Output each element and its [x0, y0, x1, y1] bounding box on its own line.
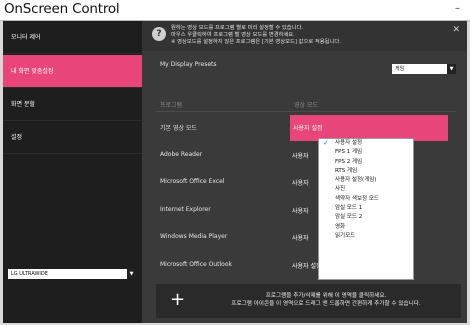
table-row-program[interactable]: Microsoft Office Excel — [160, 178, 225, 185]
info-line-2: 마우스 우클릭하여 프로그램 별 영상 모드를 변경하세요. — [171, 32, 295, 38]
sidebar-item-label: 화면 분할 — [11, 101, 35, 108]
question-icon: ? — [152, 27, 166, 41]
menu-item-mode[interactable]: FPS 1 게임 — [319, 148, 413, 157]
sidebar-item-label: 설정 — [11, 134, 23, 141]
table-row-program[interactable]: Internet Explorer — [160, 206, 211, 213]
table-row-mode[interactable]: 사용자 — [292, 178, 309, 187]
presets-select-value: 게임 — [395, 66, 405, 72]
menu-item-mode[interactable]: 사진 — [319, 185, 413, 194]
add-program-line-1: 프로그램을 추가/삭제를 위해 이 영역을 클릭하세요. — [265, 293, 387, 299]
minimize-button[interactable]: – — [455, 3, 460, 14]
sidebar-item-my-display[interactable]: 내 화면 맞춤설정 — [3, 55, 142, 88]
close-icon[interactable]: ✕ — [452, 25, 460, 35]
sidebar-item-screen-split[interactable]: 화면 분할 — [3, 88, 142, 121]
menu-item-label: RTS 게임 — [335, 167, 358, 174]
sidebar-item-settings[interactable]: 설정 — [3, 121, 142, 154]
info-line-3: ※ 영상모드를 설정하지 않은 프로그램은 [기본 영상모드] 값으로 적용됩니… — [171, 39, 341, 45]
menu-item-label: 사용자 설정(게임) — [335, 177, 377, 184]
table-row-program[interactable]: Microsoft Office Outlook — [160, 261, 232, 268]
menu-item-mode[interactable]: 암실 모드 2 — [319, 213, 413, 222]
app-window: 모니터 제어 내 화면 맞춤설정 화면 분할 설정 LG ULTRAWIDE ▼… — [3, 21, 467, 323]
table-row-program[interactable]: 기본 영상 모드 — [160, 123, 197, 132]
table-row-program[interactable]: Windows Media Player — [160, 233, 227, 240]
main-panel: ? 원하는 영상 모드를 프로그램 별로 미리 설정할 수 있습니다. 마우스 … — [142, 21, 467, 323]
menu-item-mode[interactable]: 영화 — [319, 223, 413, 232]
table-row-mode[interactable]: 사용자 — [292, 206, 309, 215]
add-program-line-2: 프로그램 아이콘을 이 영역으로 드래그 앤 드롭하면 간편하게 추가할 수 있… — [231, 301, 421, 307]
menu-item-label: 사용자 설정 — [335, 140, 363, 146]
info-text: 원하는 영상 모드를 프로그램 별로 미리 설정할 수 있습니다. 마우스 우클… — [171, 25, 341, 46]
table-row-program[interactable]: Adobe Reader — [160, 151, 202, 158]
program-column-header: 프로그램 — [160, 102, 183, 109]
menu-item-label: 암실 모드 1 — [335, 205, 363, 212]
mode-select-value: 사용자 설정 — [293, 125, 323, 132]
presets-select[interactable]: 게임 ▼ — [392, 64, 456, 74]
add-program-text: 프로그램을 추가/삭제를 위해 이 영역을 클릭하세요. 프로그램 아이콘을 이… — [196, 292, 456, 308]
mode-column-header: 영상 모드 — [294, 102, 318, 109]
menu-item-label: 사진 — [335, 186, 346, 193]
menu-item-label: 영화 — [335, 223, 346, 230]
menu-item-label: FPS 2 게임 — [335, 158, 363, 165]
menu-item-label: 읽기모드 — [335, 232, 356, 239]
menu-item-mode[interactable]: 읽기모드 — [319, 232, 413, 241]
sidebar-item-label: 모니터 제어 — [11, 34, 41, 41]
sidebar-item-label: 내 화면 맞춤설정 — [11, 68, 54, 75]
menu-item-mode[interactable]: 암실 모드 1 — [319, 204, 413, 213]
menu-item-mode[interactable]: 사용자 설정(게임) — [319, 176, 413, 185]
chevron-down-icon[interactable]: ▼ — [127, 269, 136, 279]
table-row-mode[interactable]: 사용자 — [292, 151, 309, 160]
info-bar: ? 원하는 영상 모드를 프로그램 별로 미리 설정할 수 있습니다. 마우스 … — [142, 21, 467, 51]
menu-item-label: 색약자 색보정 모드 — [335, 195, 379, 202]
title-bar: OnScreen Control – — [0, 0, 470, 21]
menu-item-label: FPS 1 게임 — [335, 149, 363, 156]
app-title: OnScreen Control — [4, 1, 120, 17]
divider — [156, 111, 456, 112]
monitor-select[interactable]: LG ULTRAWIDE ▼ — [8, 269, 136, 279]
menu-item-mode[interactable]: FPS 2 게임 — [319, 158, 413, 167]
sidebar-item-monitor-control[interactable]: 모니터 제어 — [3, 21, 142, 54]
menu-item-label: 암실 모드 2 — [335, 214, 363, 221]
menu-item-mode[interactable]: RTS 게임 — [319, 167, 413, 176]
menu-item-mode[interactable]: ✓ 사용자 설정 — [319, 139, 413, 148]
plus-icon: + — [170, 289, 186, 310]
check-icon: ✓ — [323, 139, 329, 147]
menu-item-mode[interactable]: 색약자 색보정 모드 — [319, 195, 413, 204]
table-row-mode[interactable]: 사용자 — [292, 233, 309, 242]
mode-dropdown-menu: ✓ 사용자 설정 FPS 1 게임 FPS 2 게임 RTS 게임 사용자 설정… — [318, 138, 414, 280]
add-program-area[interactable]: + 프로그램을 추가/삭제를 위해 이 영역을 클릭하세요. 프로그램 아이콘을… — [156, 284, 461, 318]
monitor-select-value: LG ULTRAWIDE — [11, 271, 48, 277]
presets-label: My Display Presets — [160, 61, 217, 68]
chevron-down-icon[interactable]: ▼ — [447, 64, 456, 74]
sidebar: 모니터 제어 내 화면 맞춤설정 화면 분할 설정 LG ULTRAWIDE ▼ — [3, 21, 142, 323]
info-line-1: 원하는 영상 모드를 프로그램 별로 미리 설정할 수 있습니다. — [171, 25, 304, 31]
